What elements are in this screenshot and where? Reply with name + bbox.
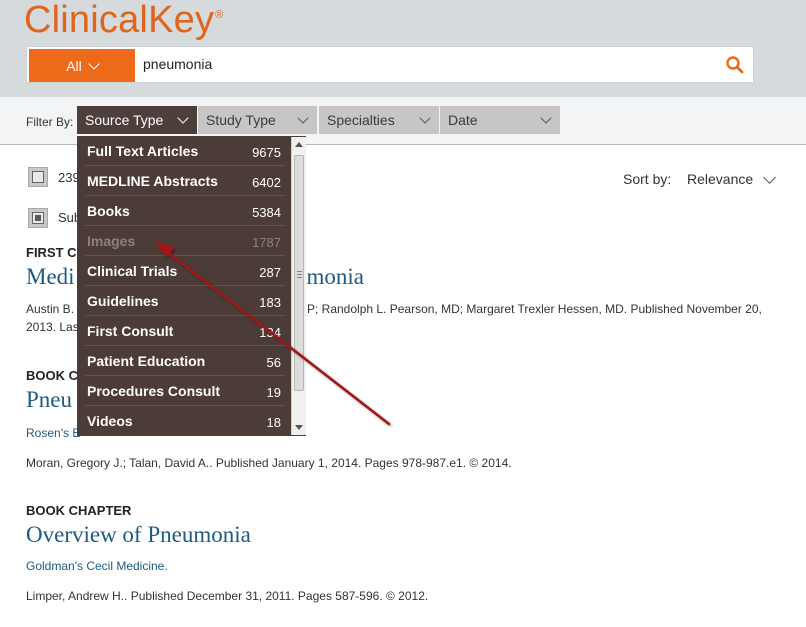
menu-item-first-consult[interactable]: First Consult 134 <box>77 316 291 346</box>
chevron-down-icon <box>540 112 552 124</box>
result-type: FIRST C <box>26 245 77 260</box>
search-scope-dropdown[interactable]: All <box>29 49 135 82</box>
sort-dropdown[interactable]: Relevance <box>687 171 753 187</box>
menu-item-clinical-trials[interactable]: Clinical Trials 287 <box>77 256 291 286</box>
menu-item-guidelines[interactable]: Guidelines 183 <box>77 286 291 316</box>
chevron-down-icon <box>177 112 189 124</box>
result-title[interactable]: Overview of Pneumonia <box>26 522 251 548</box>
menu-item-medline-abstracts[interactable]: MEDLINE Abstracts 6402 <box>77 166 291 196</box>
scrollbar-thumb[interactable] <box>294 155 304 391</box>
specialties-dropdown[interactable]: Specialties <box>319 106 439 134</box>
header: ClinicalKey® All <box>0 0 806 97</box>
result-meta: P; Randolph L. Pearson, MD; Margaret Tre… <box>307 302 762 316</box>
search-icon[interactable] <box>725 55 745 75</box>
result-source[interactable]: Goldman's Cecil Medicine. <box>26 559 168 573</box>
menu-item-procedures-consult[interactable]: Procedures Consult 19 <box>77 376 291 406</box>
chevron-down-icon <box>419 112 431 124</box>
subscribed-checkbox[interactable] <box>28 208 48 228</box>
menu-item-images[interactable]: Images 1787 <box>77 226 291 256</box>
result-type: BOOK CHAPTER <box>26 503 132 518</box>
search-bar: All <box>26 46 754 83</box>
menu-item-full-text-articles[interactable]: Full Text Articles 9675 <box>77 136 291 166</box>
result-title[interactable]: Medi <box>26 264 75 290</box>
menu-item-patient-education[interactable]: Patient Education 56 <box>77 346 291 376</box>
menu-item-books[interactable]: Books 5384 <box>77 196 291 226</box>
source-type-dropdown[interactable]: Source Type <box>77 106 197 134</box>
sort-label: Sort by: <box>623 171 672 187</box>
result-meta: Austin B. <box>26 302 75 316</box>
select-all-checkbox[interactable] <box>28 167 48 187</box>
menu-item-videos[interactable]: Videos 18 <box>77 406 291 436</box>
filter-label: Filter By: <box>26 115 74 129</box>
result-type: BOOK C <box>26 368 78 383</box>
result-meta: Moran, Gregory J.; Talan, David A.. Publ… <box>26 456 512 470</box>
result-meta: Limper, Andrew H.. Published December 31… <box>26 589 429 603</box>
result-meta: 2013. Las <box>26 320 79 334</box>
date-dropdown[interactable]: Date <box>440 106 560 134</box>
result-title[interactable]: Pneu <box>26 387 72 413</box>
result-source[interactable]: Rosen's E <box>26 426 80 440</box>
chevron-down-icon <box>88 57 100 70</box>
scroll-up-icon[interactable] <box>295 142 303 147</box>
study-type-dropdown[interactable]: Study Type <box>198 106 317 134</box>
clinicalkey-logo[interactable]: ClinicalKey® <box>24 0 223 42</box>
menu-scrollbar[interactable] <box>291 137 306 435</box>
scroll-down-icon[interactable] <box>295 425 303 430</box>
chevron-down-icon <box>297 112 309 124</box>
source-type-menu: Full Text Articles 9675 MEDLINE Abstracts… <box>77 136 306 436</box>
search-input[interactable] <box>143 56 703 72</box>
chevron-down-icon[interactable] <box>763 171 776 184</box>
